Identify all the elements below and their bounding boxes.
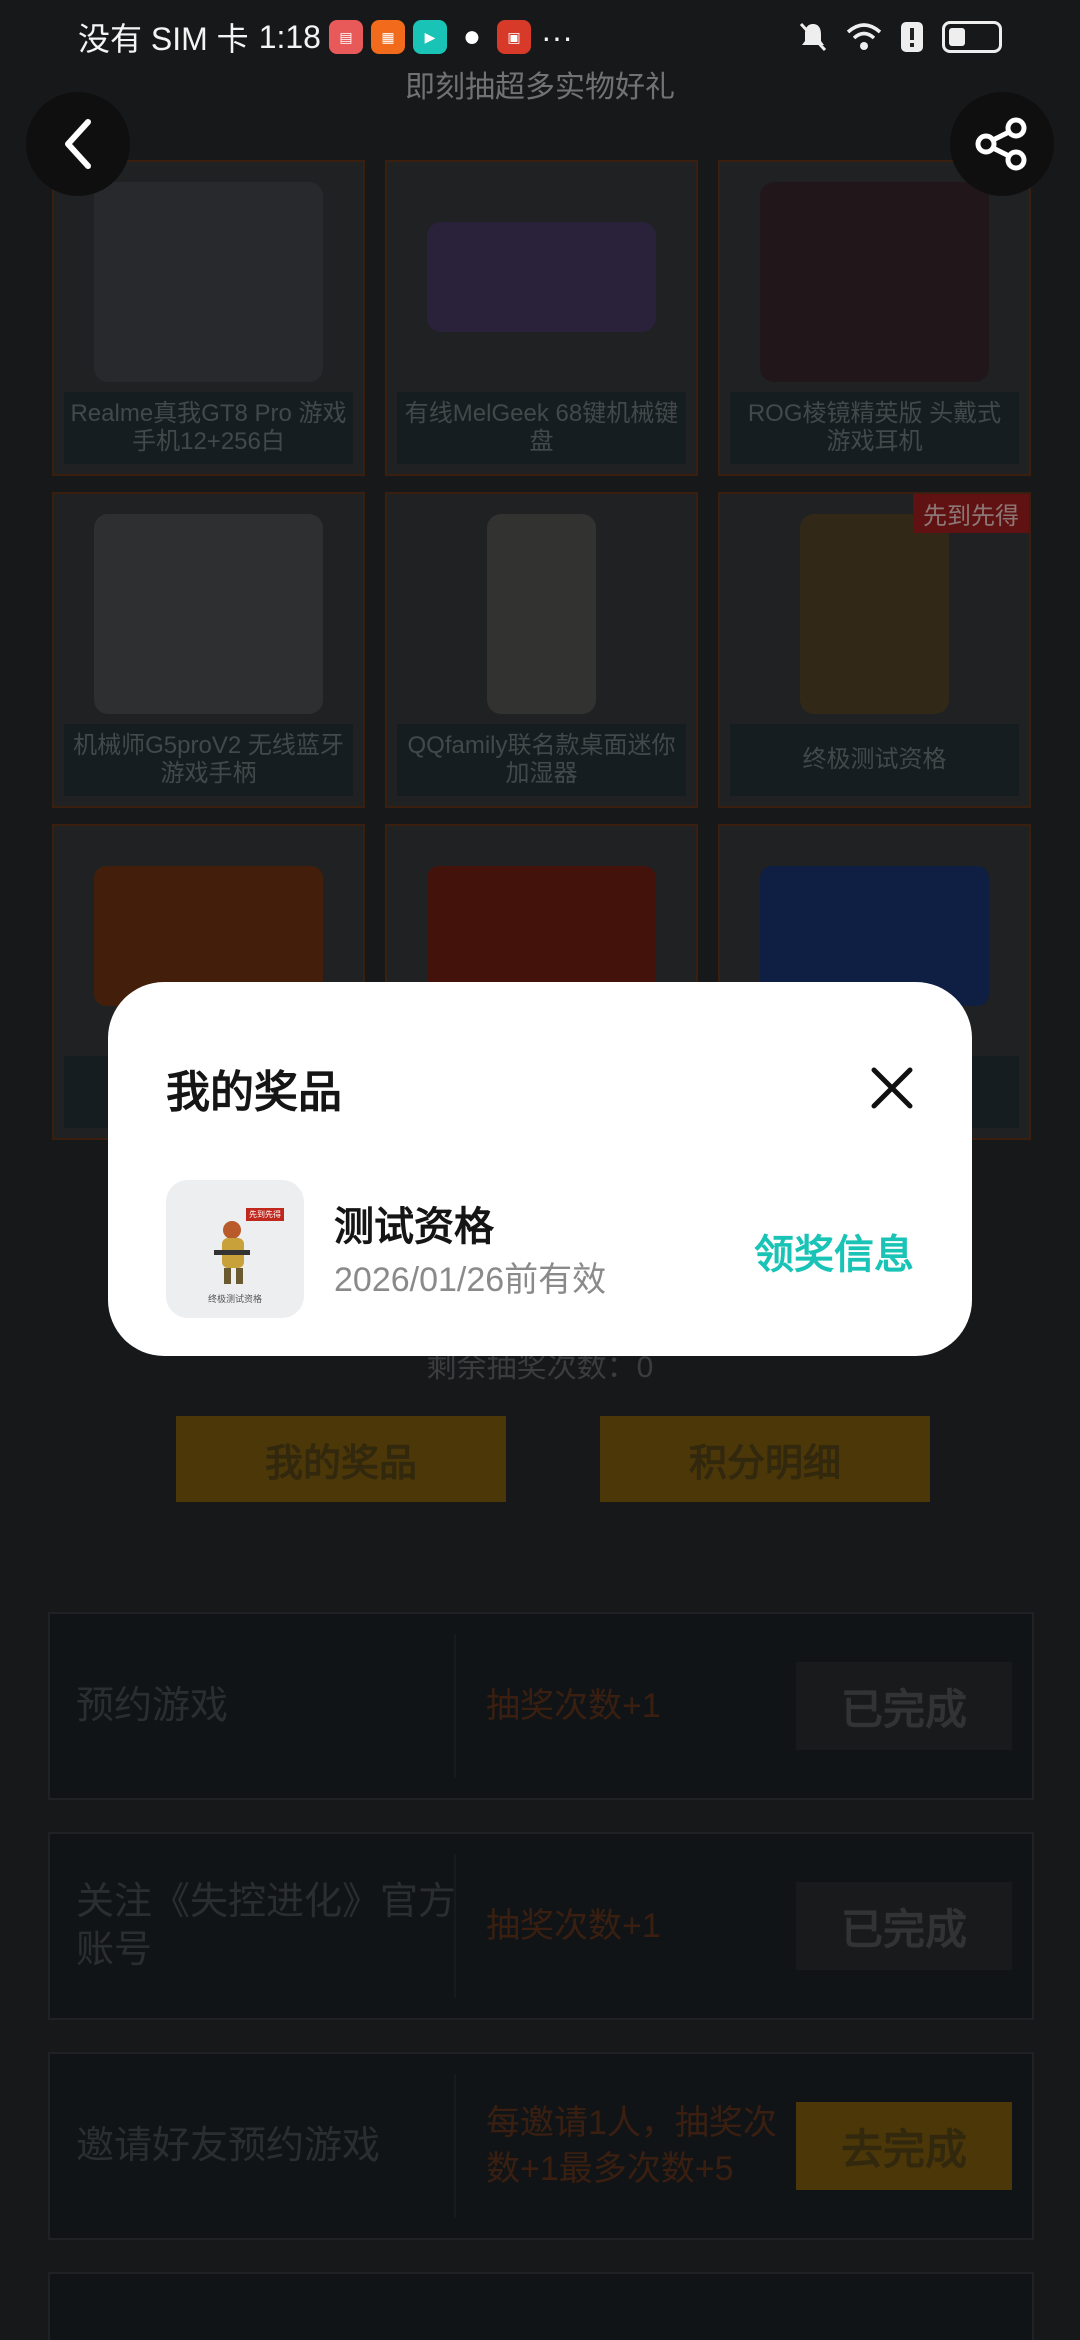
prize-name: 测试资格 bbox=[334, 1205, 494, 1249]
wifi-icon bbox=[846, 23, 882, 50]
share-button[interactable] bbox=[950, 92, 1054, 196]
claim-info-link[interactable]: 领奖信息 bbox=[754, 1222, 914, 1280]
tap-app-icon: ▶ bbox=[412, 20, 447, 54]
thumb-caption: 终极测试资格 bbox=[207, 1294, 262, 1304]
status-bar: 没有 SIM 卡 1:18 ▤ ▦ ▶ ● ▣ ··· bbox=[0, 0, 1080, 74]
dialog-title: 我的奖品 bbox=[166, 1068, 342, 1117]
carrier-text: 没有 SIM 卡 bbox=[78, 21, 249, 57]
clock-text: 1:18 bbox=[258, 18, 321, 55]
mute-icon bbox=[799, 22, 827, 52]
shopping-app-icon: ▤ bbox=[328, 20, 363, 54]
alert-icon bbox=[901, 22, 923, 52]
news-app-icon: ▣ bbox=[496, 20, 531, 54]
prize-validity: 2026/01/26前有效 bbox=[334, 1261, 607, 1299]
chevron-left-icon bbox=[65, 119, 91, 169]
battery-icon bbox=[942, 21, 1002, 53]
my-prizes-dialog: 我的奖品 先到先得 终极测试资格 测试资格 2026/01/26前有效 领奖信息 bbox=[108, 982, 972, 1356]
video-app-icon: ▦ bbox=[370, 20, 405, 54]
back-button[interactable] bbox=[26, 92, 130, 196]
qq-app-icon: ● bbox=[462, 20, 482, 53]
share-icon bbox=[975, 117, 1027, 171]
close-icon[interactable] bbox=[870, 1066, 914, 1110]
more-notifications-icon: ··· bbox=[540, 18, 573, 55]
prize-thumbnail: 先到先得 终极测试资格 bbox=[166, 1180, 304, 1318]
